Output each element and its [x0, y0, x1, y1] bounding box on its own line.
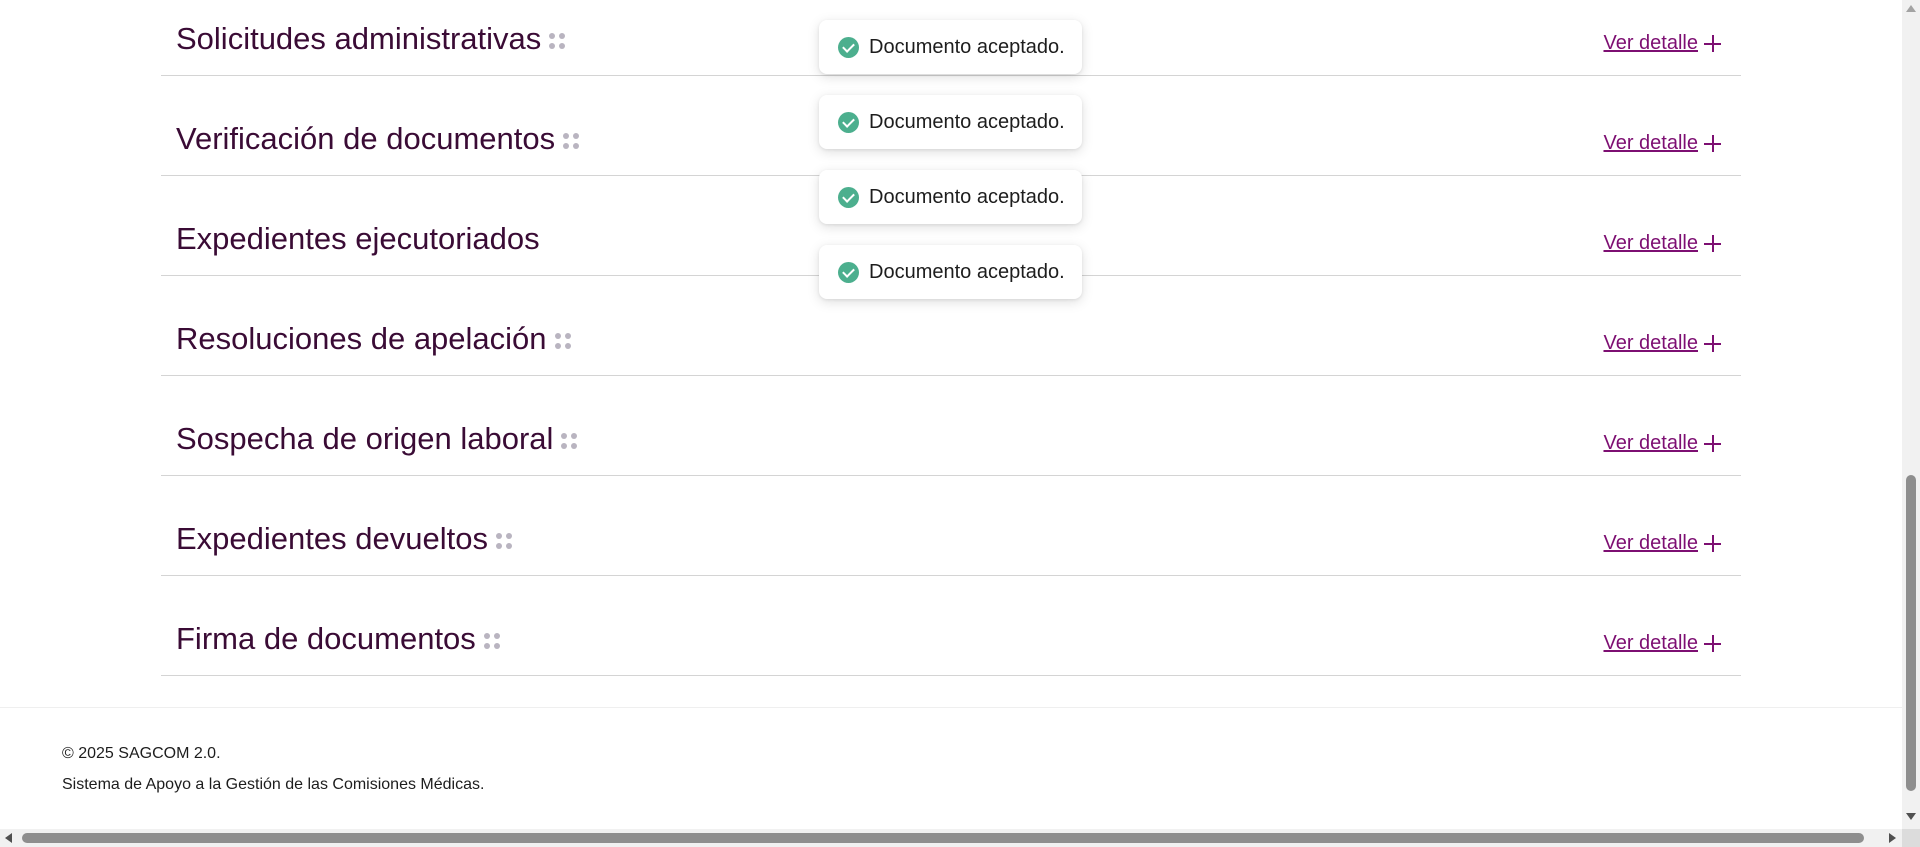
- scroll-down-arrow-icon[interactable]: [1906, 813, 1916, 820]
- ver-detalle-label: Ver detalle: [1603, 532, 1698, 554]
- section-title: Sospecha de origen laboral: [176, 421, 554, 456]
- drag-handle-icon[interactable]: [549, 33, 566, 49]
- plus-icon: [1704, 235, 1721, 252]
- ver-detalle-link[interactable]: Ver detalle: [1603, 632, 1721, 655]
- scroll-left-arrow-icon[interactable]: [5, 833, 12, 843]
- drag-handle-icon[interactable]: [554, 333, 571, 349]
- plus-icon: [1704, 435, 1721, 452]
- ver-detalle-link[interactable]: Ver detalle: [1603, 32, 1721, 55]
- section-header: Solicitudes administrativas: [176, 21, 566, 57]
- section-header: Expedientes devueltos: [176, 521, 512, 557]
- ver-detalle-link[interactable]: Ver detalle: [1603, 532, 1721, 555]
- toast-message: Documento aceptado.: [869, 110, 1065, 133]
- ver-detalle-label: Ver detalle: [1603, 232, 1698, 254]
- section-header: Resoluciones de apelación: [176, 321, 571, 357]
- plus-icon: [1704, 635, 1721, 652]
- check-circle-icon: [838, 186, 859, 208]
- vertical-scrollbar-thumb[interactable]: [1906, 475, 1916, 791]
- success-toast[interactable]: Documento aceptado.: [819, 20, 1082, 74]
- plus-icon: [1704, 535, 1721, 552]
- scroll-right-arrow-icon[interactable]: [1889, 833, 1896, 843]
- page-footer: © 2025 SAGCOM 2.0. Sistema de Apoyo a la…: [0, 707, 1902, 829]
- section-row: Firma de documentos Ver detalle: [161, 576, 1741, 676]
- ver-detalle-link[interactable]: Ver detalle: [1603, 232, 1721, 255]
- toast-message: Documento aceptado.: [869, 185, 1065, 208]
- section-title: Verificación de documentos: [176, 121, 556, 156]
- horizontal-scrollbar-thumb[interactable]: [22, 833, 1864, 843]
- section-title: Firma de documentos: [176, 621, 476, 656]
- success-toast[interactable]: Documento aceptado.: [819, 170, 1082, 224]
- vertical-scrollbar[interactable]: [1902, 0, 1920, 829]
- section-header: Firma de documentos: [176, 621, 500, 657]
- drag-handle-icon[interactable]: [561, 433, 578, 449]
- check-circle-icon: [838, 111, 859, 133]
- ver-detalle-label: Ver detalle: [1603, 132, 1698, 154]
- scrollbar-corner: [1902, 829, 1920, 847]
- scroll-up-arrow-icon[interactable]: [1906, 5, 1916, 12]
- ver-detalle-label: Ver detalle: [1603, 32, 1698, 54]
- drag-handle-icon[interactable]: [483, 633, 500, 649]
- check-circle-icon: [838, 261, 859, 283]
- ver-detalle-link[interactable]: Ver detalle: [1603, 132, 1721, 155]
- horizontal-scrollbar[interactable]: [0, 829, 1902, 847]
- toast-message: Documento aceptado.: [869, 35, 1065, 58]
- success-toast[interactable]: Documento aceptado.: [819, 245, 1082, 299]
- check-circle-icon: [838, 36, 859, 58]
- section-title: Solicitudes administrativas: [176, 21, 542, 56]
- plus-icon: [1704, 135, 1721, 152]
- toast-stack: Documento aceptado. Documento aceptado. …: [819, 20, 1082, 320]
- success-toast[interactable]: Documento aceptado.: [819, 95, 1082, 149]
- section-title: Resoluciones de apelación: [176, 321, 547, 356]
- drag-handle-icon[interactable]: [563, 133, 580, 149]
- section-title: Expedientes ejecutoriados: [176, 221, 540, 256]
- section-header: Expedientes ejecutoriados: [176, 221, 540, 257]
- section-header: Sospecha de origen laboral: [176, 421, 578, 457]
- page-viewport: Solicitudes administrativas Ver detalle …: [0, 0, 1902, 829]
- ver-detalle-link[interactable]: Ver detalle: [1603, 332, 1721, 355]
- plus-icon: [1704, 35, 1721, 52]
- drag-handle-icon[interactable]: [495, 533, 512, 549]
- toast-message: Documento aceptado.: [869, 260, 1065, 283]
- section-row: Expedientes devueltos Ver detalle: [161, 476, 1741, 576]
- section-title: Expedientes devueltos: [176, 521, 488, 556]
- footer-description: Sistema de Apoyo a la Gestión de las Com…: [62, 776, 485, 793]
- ver-detalle-label: Ver detalle: [1603, 632, 1698, 654]
- section-row: Sospecha de origen laboral Ver detalle: [161, 376, 1741, 476]
- ver-detalle-label: Ver detalle: [1603, 432, 1698, 454]
- ver-detalle-label: Ver detalle: [1603, 332, 1698, 354]
- section-header: Verificación de documentos: [176, 121, 580, 157]
- plus-icon: [1704, 335, 1721, 352]
- ver-detalle-link[interactable]: Ver detalle: [1603, 432, 1721, 455]
- footer-copyright: © 2025 SAGCOM 2.0.: [62, 745, 221, 762]
